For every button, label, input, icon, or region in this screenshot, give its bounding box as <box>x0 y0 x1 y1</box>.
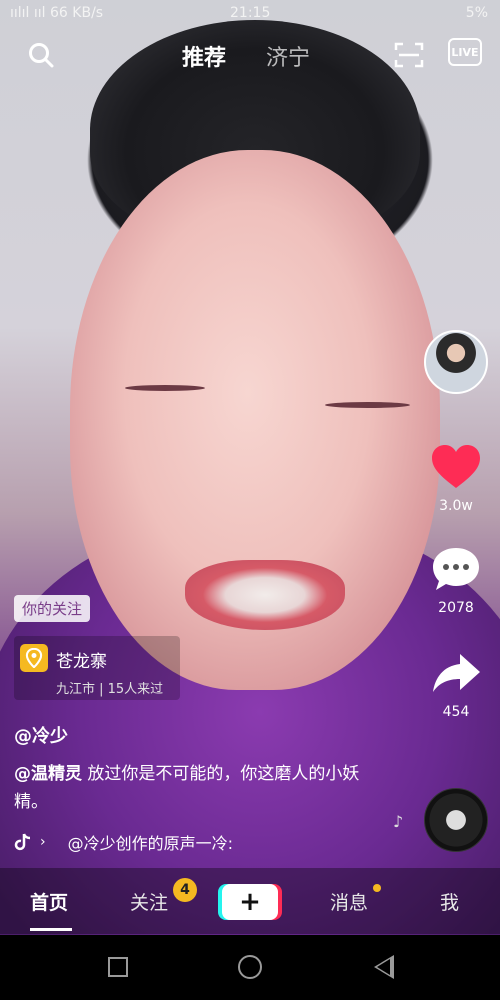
scan-icon[interactable] <box>394 42 424 68</box>
music-title: @冷少创作的原声一冷: <box>67 834 234 853</box>
top-nav: 推荐 济宁 LIVE <box>0 30 500 80</box>
system-nav-bar <box>0 935 500 1000</box>
mention-link[interactable]: @温精灵 <box>14 764 82 784</box>
tab-recommend[interactable]: 推荐 <box>182 40 226 72</box>
music-info[interactable]: › @冷少创作的原声一冷: <box>14 830 233 854</box>
floating-music-note-icon: ♪ <box>393 812 404 831</box>
post-description: @温精灵 放过你是不可能的，你这磨人的小妖精。 <box>14 760 374 816</box>
location-pin-icon <box>20 644 48 672</box>
share-icon <box>433 654 480 692</box>
recents-icon[interactable] <box>108 957 128 977</box>
tab-city[interactable]: 济宁 <box>266 40 310 72</box>
location-subtitle: 九江市 | 15人来过 <box>56 682 164 697</box>
bottom-tab-bar: 首页 关注 4 + 消息 我 <box>0 868 500 934</box>
like-button[interactable]: 3.0w <box>424 444 488 514</box>
share-button[interactable]: 454 <box>424 650 488 720</box>
status-bar: ıılıl ııl 66 KB/s 21:15 5% <box>0 0 500 28</box>
video-mouth <box>185 560 345 630</box>
video-eye-left <box>125 385 205 391</box>
tab-me[interactable]: 我 <box>440 888 459 915</box>
follow-count-badge: 4 <box>173 878 197 902</box>
active-tab-indicator <box>30 928 72 931</box>
author-name[interactable]: @冷少 <box>14 722 68 748</box>
home-icon[interactable] <box>238 955 262 979</box>
back-icon[interactable] <box>374 955 394 979</box>
status-time: 21:15 <box>230 5 271 21</box>
signal-status: ıılıl ııl 66 KB/s <box>10 5 104 21</box>
create-post-button[interactable]: + <box>222 884 278 920</box>
like-count: 3.0w <box>439 498 473 514</box>
comment-count: 2078 <box>438 600 474 616</box>
comment-button[interactable]: 2078 <box>424 546 488 616</box>
live-label: LIVE <box>451 45 479 59</box>
following-badge: 你的关注 <box>14 595 91 622</box>
live-button[interactable]: LIVE <box>448 38 482 66</box>
search-icon[interactable] <box>28 42 54 68</box>
tab-messages[interactable]: 消息 <box>330 888 368 915</box>
share-count: 454 <box>442 704 470 720</box>
comment-icon <box>433 548 479 590</box>
tiktok-note-icon <box>14 833 31 851</box>
author-avatar[interactable] <box>424 330 488 394</box>
messages-dot <box>373 884 381 892</box>
location-card[interactable]: 苍龙寨 九江市 | 15人来过 <box>14 636 180 700</box>
location-name: 苍龙寨 <box>56 652 107 672</box>
video-eye-right <box>325 402 410 408</box>
tab-home[interactable]: 首页 <box>30 888 68 915</box>
music-disc[interactable] <box>424 788 488 852</box>
heart-icon <box>432 445 480 488</box>
battery-status: 5% <box>465 5 488 21</box>
music-chevron-icon: › <box>40 834 46 850</box>
tab-follow[interactable]: 关注 <box>130 888 168 915</box>
